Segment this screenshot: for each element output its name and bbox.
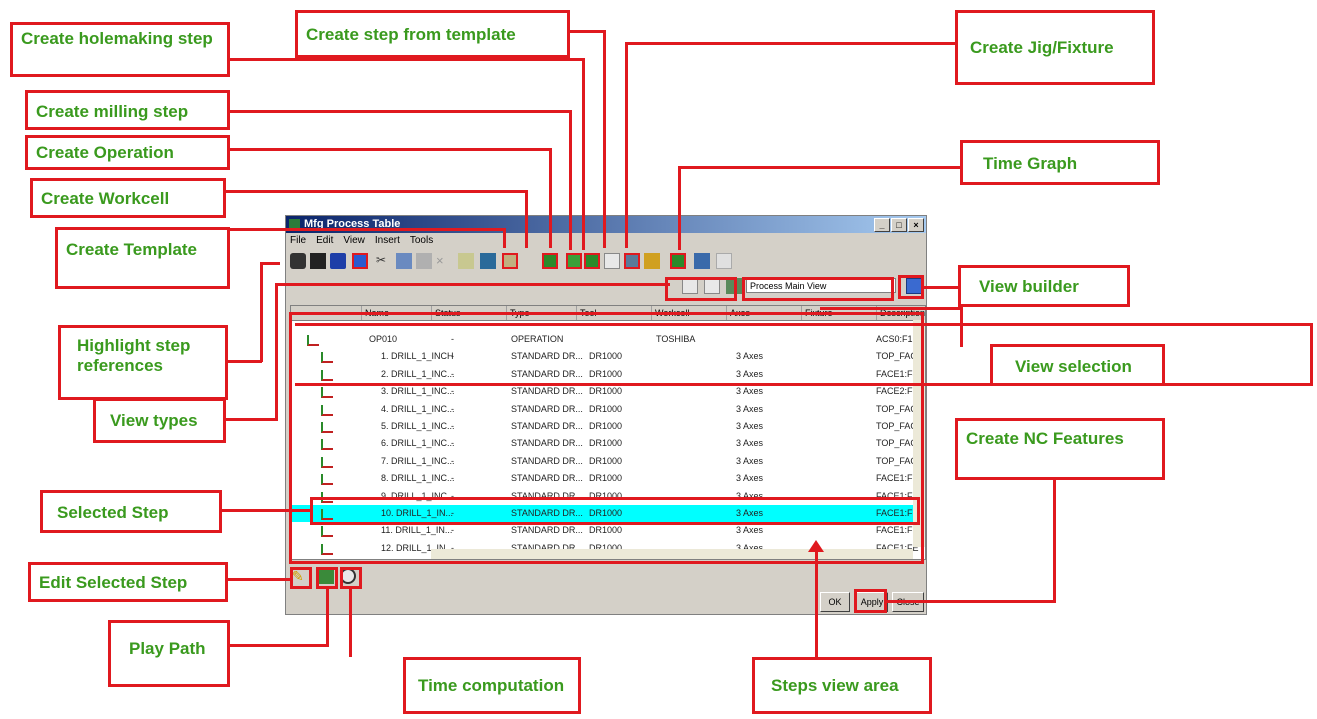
leader — [226, 418, 278, 421]
highlight-references-icon[interactable] — [458, 253, 474, 269]
leader — [568, 30, 606, 33]
window-titlebar[interactable]: Mfg Process Table _ □ × — [286, 216, 926, 233]
create-operation-icon[interactable] — [542, 253, 558, 269]
leader — [230, 58, 585, 61]
create-template-icon[interactable] — [352, 253, 368, 269]
apply-highlight — [854, 589, 887, 613]
copy-icon[interactable] — [396, 253, 412, 269]
menu-tools[interactable]: Tools — [410, 233, 433, 249]
view-types-highlight — [665, 277, 737, 301]
leader — [678, 166, 960, 169]
maximize-button[interactable]: □ — [891, 218, 907, 232]
steps-area-highlight — [289, 312, 924, 564]
menu-bar: File Edit View Insert Tools — [286, 233, 926, 249]
callout-template-step: Create step from template — [295, 10, 570, 58]
view-selection-bracket — [1310, 323, 1313, 385]
menu-file[interactable]: File — [290, 233, 306, 249]
create-operation-placeholder-icon[interactable] — [502, 253, 518, 269]
delete-icon[interactable]: × — [436, 253, 452, 269]
callout-milling: Create milling step — [25, 90, 230, 130]
callout-play-path: Play Path — [108, 620, 230, 687]
callout-steps-area: Steps view area — [752, 657, 932, 714]
callout-time-graph: Time Graph — [960, 140, 1160, 185]
view-selection-highlight — [742, 277, 894, 301]
window-title: Mfg Process Table — [304, 218, 401, 230]
grid-icon[interactable] — [716, 253, 732, 269]
leader — [230, 644, 328, 647]
chart-icon[interactable] — [694, 253, 710, 269]
create-workcell-icon[interactable] — [480, 253, 496, 269]
create-step-from-template-icon[interactable] — [604, 253, 620, 269]
menu-edit[interactable]: Edit — [316, 233, 333, 249]
info-icon[interactable] — [330, 253, 346, 269]
create-milling-step-icon[interactable] — [566, 253, 582, 269]
create-holemaking-step-icon[interactable] — [584, 253, 600, 269]
callout-view-selection: View selection — [990, 344, 1165, 386]
app-icon — [289, 219, 300, 230]
callout-template: Create Template — [55, 227, 230, 289]
leader — [625, 42, 955, 45]
callout-holemaking: Create holemaking step — [10, 22, 230, 77]
main-toolbar: ✂ × — [286, 249, 926, 275]
callout-nc-features: Create NC Features — [955, 418, 1165, 480]
time-graph-icon[interactable] — [670, 253, 686, 269]
callout-workcell: Create Workcell — [30, 178, 226, 218]
create-nc-feature-icon[interactable] — [644, 253, 660, 269]
play-path-highlight — [316, 567, 338, 589]
leader — [275, 283, 278, 419]
find-icon[interactable] — [310, 253, 326, 269]
create-jig-fixture-icon[interactable] — [624, 253, 640, 269]
callout-time-computation: Time computation — [403, 657, 581, 714]
cut-icon[interactable]: ✂ — [376, 253, 392, 269]
leader — [922, 286, 958, 289]
close-window-button[interactable]: × — [908, 218, 924, 232]
leader — [260, 262, 280, 265]
callout-view-builder: View builder — [958, 265, 1130, 307]
leader — [1053, 480, 1056, 602]
view-builder-highlight — [898, 275, 924, 299]
leader — [228, 360, 262, 363]
time-comp-highlight — [340, 567, 362, 589]
ok-button[interactable]: OK — [820, 592, 850, 612]
leader — [260, 262, 263, 362]
menu-insert[interactable]: Insert — [375, 233, 400, 249]
callout-highlight: Highlight step references — [58, 325, 228, 400]
callout-edit-step: Edit Selected Step — [28, 562, 228, 602]
leader — [230, 110, 572, 113]
selected-step-highlight — [310, 497, 920, 525]
minimize-button[interactable]: _ — [874, 218, 890, 232]
callout-operation: Create Operation — [25, 135, 230, 170]
paste-icon[interactable] — [416, 253, 432, 269]
callout-view-types: View types — [93, 398, 226, 443]
print-icon[interactable] — [290, 253, 306, 269]
leader — [228, 578, 292, 581]
leader — [960, 307, 963, 347]
leader — [226, 190, 528, 193]
menu-view[interactable]: View — [343, 233, 365, 249]
callout-selected-step: Selected Step — [40, 490, 222, 533]
close-button[interactable]: Close — [892, 592, 924, 612]
edit-step-highlight — [290, 567, 312, 589]
leader — [230, 148, 552, 151]
callout-jig: Create Jig/Fixture — [955, 10, 1155, 85]
